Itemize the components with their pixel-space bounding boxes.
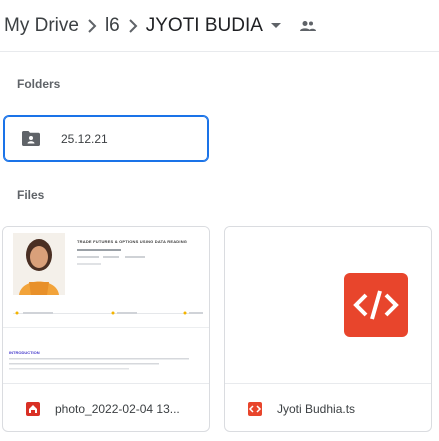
document-preview-section: INTRODUCTION (9, 350, 40, 355)
breadcrumb-current-folder[interactable]: JYOTI BUDIA (146, 15, 263, 37)
breadcrumb-l6[interactable]: l6 (105, 15, 120, 37)
pdf-icon (25, 401, 41, 417)
chevron-right-icon (120, 15, 146, 37)
shared-people-icon[interactable] (297, 15, 319, 37)
folders-heading: Folders (17, 77, 61, 91)
code-file-icon (247, 401, 263, 417)
file-thumbnail-document: TRADE FUTURES & OPTIONS USING DATA READI… (3, 227, 209, 383)
file-card-footer: photo_2022-02-04 13... (3, 383, 209, 431)
code-file-large-icon (344, 273, 408, 337)
file-thumbnail-code (225, 227, 431, 383)
files-heading: Files (17, 188, 45, 202)
file-card-code[interactable]: Jyoti Budhia.ts (224, 226, 432, 432)
folder-person-icon (22, 130, 40, 147)
file-card-footer: Jyoti Budhia.ts (225, 383, 431, 431)
file-name: photo_2022-02-04 13... (55, 401, 180, 416)
file-card-pdf[interactable]: TRADE FUTURES & OPTIONS USING DATA READI… (2, 226, 210, 432)
document-preview-graphic (3, 233, 209, 370)
breadcrumb: My Drive l6 JYOTI BUDIA (0, 0, 439, 52)
file-name: Jyoti Budhia.ts (277, 401, 356, 416)
caret-down-icon[interactable] (267, 15, 285, 37)
document-preview-heading: TRADE FUTURES & OPTIONS USING DATA READI… (77, 239, 188, 244)
folder-name: 25.12.21 (61, 131, 108, 146)
folder-item[interactable]: 25.12.21 (3, 115, 209, 162)
chevron-right-icon (79, 15, 105, 37)
breadcrumb-my-drive[interactable]: My Drive (4, 15, 79, 37)
